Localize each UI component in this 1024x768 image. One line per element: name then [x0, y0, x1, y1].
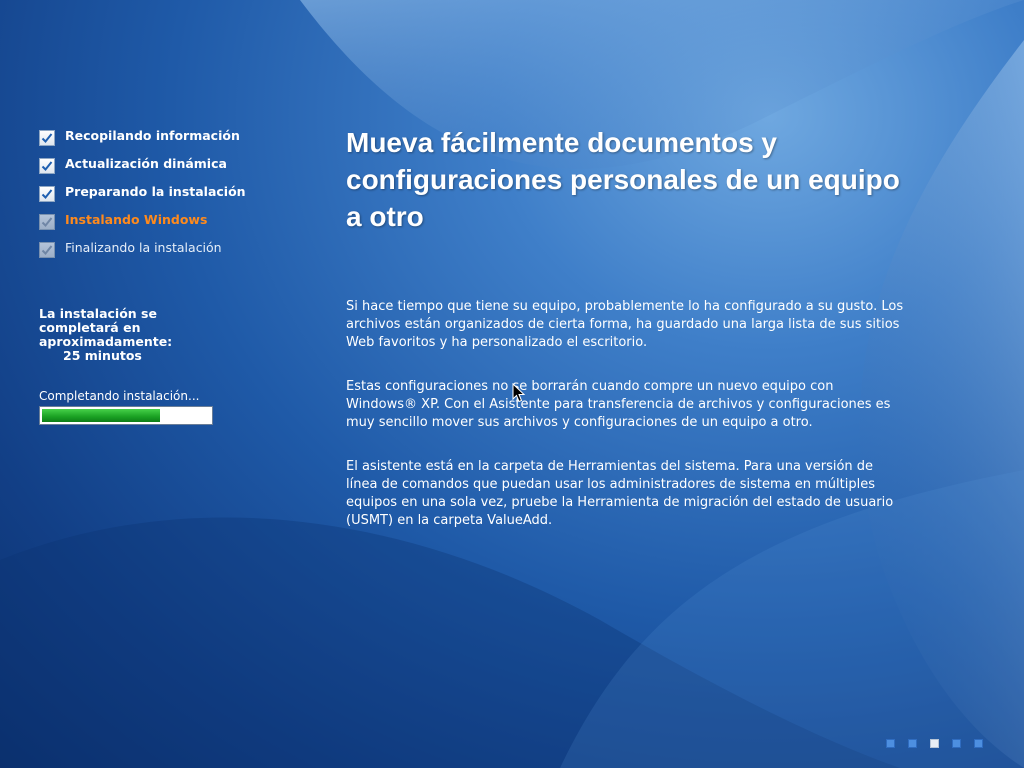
eta-line: aproximadamente:	[39, 334, 173, 349]
eta-line: La instalación se	[39, 306, 157, 321]
checkbox-pending-icon	[39, 214, 55, 230]
slide-dot	[908, 739, 917, 748]
slide-headline: Mueva fácilmente documentos y configurac…	[346, 127, 900, 232]
progress-label: Completando instalación...	[39, 389, 200, 403]
progress-fill	[42, 409, 160, 422]
slide-indicator	[886, 739, 983, 748]
eta-minutes: 25 minutos	[63, 348, 142, 363]
eta-line: completará en	[39, 320, 141, 335]
progress-bar	[39, 406, 213, 425]
step-label-current: Instalando Windows	[65, 212, 208, 227]
slide-paragraph: Si hace tiempo que tiene su equipo, prob…	[346, 299, 904, 350]
mouse-pointer-icon	[512, 382, 526, 407]
slide-dot	[952, 739, 961, 748]
slide-dot	[886, 739, 895, 748]
slide-paragraph: El asistente está en la carpeta de Herra…	[346, 459, 894, 528]
checkbox-checked-icon	[39, 186, 55, 202]
step-installing-windows: Instalando Windows	[39, 212, 246, 240]
checkbox-pending-icon	[39, 242, 55, 258]
slide-dot-active	[930, 739, 939, 748]
step-collecting-info: Recopilando información	[39, 128, 246, 156]
step-label: Recopilando información	[65, 128, 240, 143]
step-preparing-install: Preparando la instalación	[39, 184, 246, 212]
slide-dot	[974, 739, 983, 748]
step-label: Finalizando la instalación	[65, 240, 222, 255]
setup-steps-list: Recopilando información Actualización di…	[39, 128, 246, 268]
step-label: Preparando la instalación	[65, 184, 246, 199]
time-remaining: La instalación se completará en aproxima…	[39, 307, 189, 363]
step-dynamic-update: Actualización dinámica	[39, 156, 246, 184]
step-label: Actualización dinámica	[65, 156, 227, 171]
checkbox-checked-icon	[39, 130, 55, 146]
step-finalizing: Finalizando la instalación	[39, 240, 246, 268]
checkbox-checked-icon	[39, 158, 55, 174]
slide-paragraph: Estas configuraciones no se borrarán cua…	[346, 379, 891, 430]
